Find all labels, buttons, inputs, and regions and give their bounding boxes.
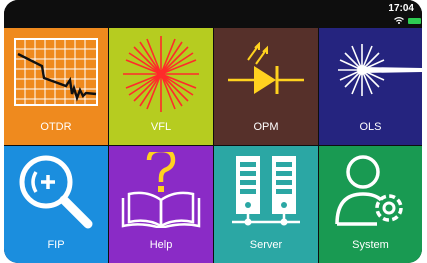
clock: 17:04 [388,3,414,14]
server-icon [232,156,300,226]
light-source-icon [337,44,422,96]
tile-vfl[interactable]: VFL [109,28,213,145]
battery-icon [408,18,421,24]
tile-help[interactable]: Help [109,146,213,263]
tile-otdr[interactable]: OTDR [4,28,108,145]
tile-label: OTDR [40,121,72,133]
book-question-icon [121,152,201,228]
tile-label: System [352,239,389,251]
app-grid: OTDR VFL OPM OLS FIP Help Server System [4,28,422,263]
laser-burst-icon [123,36,199,112]
tile-label: VFL [150,121,172,133]
tile-label: OLS [359,121,382,133]
tile-label: FIP [47,239,65,251]
wifi-icon [394,17,404,24]
tile-system[interactable]: System [319,146,422,263]
tile-fip[interactable]: FIP [4,146,108,263]
status-bar: 17:04 [4,0,422,27]
otdr-trace-icon [14,38,98,106]
tile-ols[interactable]: OLS [319,28,422,145]
device-screen: 17:04 OTDR VFL OPM OLS FIP Help Server S… [4,0,422,263]
tile-server[interactable]: Server [214,146,318,263]
user-gear-icon [334,155,403,226]
tile-label: Server [249,239,283,251]
tile-opm[interactable]: OPM [214,28,318,145]
tile-label: Help [149,239,173,251]
photodiode-icon [228,42,304,94]
tile-label: OPM [253,121,279,133]
magnifier-icon [19,155,93,229]
